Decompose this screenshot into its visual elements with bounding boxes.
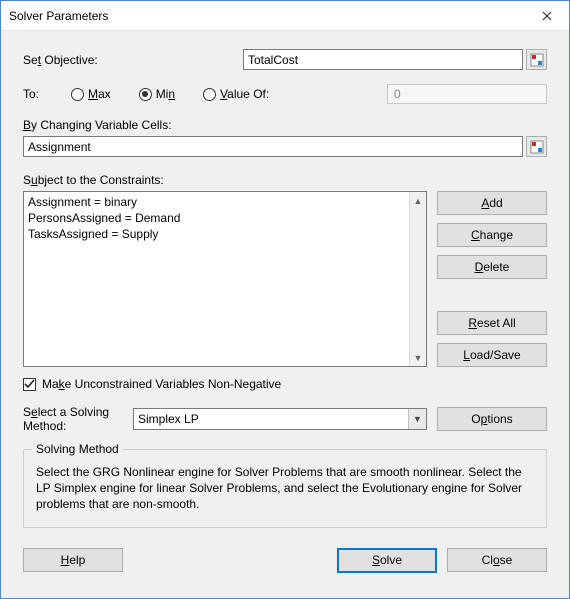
objective-row: Set Objective: TotalCost	[23, 49, 547, 70]
scroll-down-icon[interactable]: ▼	[410, 349, 426, 366]
changing-range-picker-icon[interactable]	[526, 136, 547, 157]
scroll-up-icon[interactable]: ▲	[410, 192, 426, 209]
radio-dot-icon	[139, 88, 152, 101]
to-row: To: Max Min Value Of: 0	[23, 84, 547, 104]
change-button[interactable]: Change	[437, 223, 547, 247]
method-row: Select a Solving Method: Simplex LP ▼ Op…	[23, 405, 547, 433]
solve-button[interactable]: Solve	[337, 548, 437, 573]
objective-label: Set Objective:	[23, 53, 243, 67]
radio-dot-icon	[203, 88, 216, 101]
to-radio-group: Max Min Value Of:	[71, 87, 269, 101]
nonneg-label: Make Unconstrained Variables Non-Negativ…	[42, 377, 281, 391]
close-button[interactable]: Close	[447, 548, 547, 572]
scrollbar[interactable]: ▲ ▼	[409, 192, 426, 366]
method-label: Select a Solving Method:	[23, 405, 123, 433]
load-save-button[interactable]: Load/Save	[437, 343, 547, 367]
radio-max[interactable]: Max	[71, 87, 111, 101]
objective-value: TotalCost	[248, 53, 298, 67]
method-combobox[interactable]: Simplex LP ▼	[133, 408, 427, 430]
chevron-down-icon: ▼	[408, 409, 426, 429]
titlebar: Solver Parameters	[1, 1, 569, 31]
constraint-buttons: Add Change Delete Reset All Load/Save	[437, 191, 547, 367]
value-of-input[interactable]: 0	[387, 84, 547, 104]
dialog-body: Set Objective: TotalCost To: Max Min	[1, 31, 569, 598]
groupbox-description: Select the GRG Nonlinear engine for Solv…	[36, 464, 534, 513]
window-title: Solver Parameters	[9, 9, 524, 23]
changing-label: By Changing Variable Cells:	[23, 118, 547, 132]
solving-method-groupbox: Solving Method Select the GRG Nonlinear …	[23, 449, 547, 528]
nonneg-checkbox-row: Make Unconstrained Variables Non-Negativ…	[23, 377, 547, 391]
solver-dialog: Solver Parameters Set Objective: TotalCo…	[0, 0, 570, 599]
groupbox-legend: Solving Method	[32, 442, 123, 456]
list-item[interactable]: Assignment = binary	[28, 194, 422, 210]
to-label: To:	[23, 87, 71, 101]
constraints-listbox[interactable]: Assignment = binary PersonsAssigned = De…	[23, 191, 427, 367]
add-button[interactable]: Add	[437, 191, 547, 215]
nonneg-checkbox[interactable]	[23, 378, 36, 391]
changing-input[interactable]: Assignment	[23, 136, 523, 157]
value-of-input-value: 0	[394, 87, 401, 101]
delete-button[interactable]: Delete	[437, 255, 547, 279]
objective-range-picker-icon[interactable]	[526, 49, 547, 70]
radio-value-of[interactable]: Value Of:	[203, 87, 269, 101]
list-item[interactable]: TasksAssigned = Supply	[28, 226, 422, 242]
objective-input[interactable]: TotalCost	[243, 49, 523, 70]
changing-value: Assignment	[28, 140, 91, 154]
constraints-section: Subject to the Constraints: Assignment =…	[23, 173, 547, 367]
changing-section: By Changing Variable Cells: Assignment	[23, 118, 547, 173]
constraints-label: Subject to the Constraints:	[23, 173, 547, 187]
reset-all-button[interactable]: Reset All	[437, 311, 547, 335]
list-item[interactable]: PersonsAssigned = Demand	[28, 210, 422, 226]
help-button[interactable]: Help	[23, 548, 123, 572]
options-button[interactable]: Options	[437, 407, 547, 431]
dialog-footer: Help Solve Close	[23, 548, 547, 573]
radio-dot-icon	[71, 88, 84, 101]
radio-min[interactable]: Min	[139, 87, 175, 101]
method-value: Simplex LP	[138, 412, 199, 426]
close-icon[interactable]	[524, 1, 569, 30]
